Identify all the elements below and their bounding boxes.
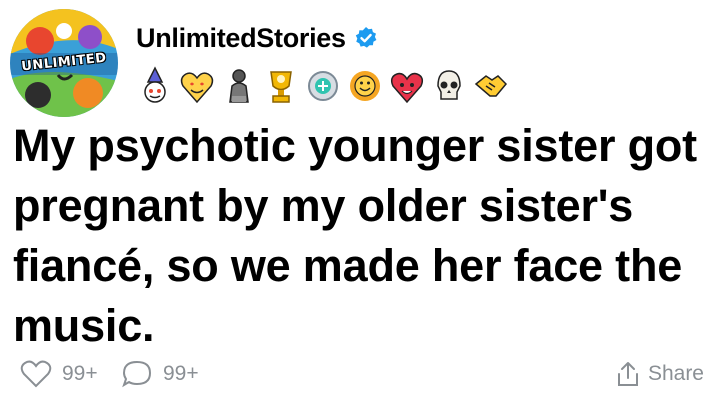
silver-medal-icon[interactable]: [304, 66, 342, 106]
avatar[interactable]: UNLIMITED: [10, 9, 118, 117]
post-title[interactable]: My psychotic younger sister got pregnant…: [13, 116, 713, 356]
thinker-statue-icon[interactable]: [220, 66, 258, 106]
comment-count: 99+: [163, 362, 199, 385]
share-button[interactable]: Share: [616, 356, 704, 392]
verified-icon: [355, 27, 377, 48]
heart-icon: [20, 360, 52, 388]
gold-trophy-snoo-icon[interactable]: [262, 66, 300, 106]
heart-eyes-icon[interactable]: [178, 66, 216, 106]
handshake-icon[interactable]: [472, 66, 510, 106]
award-badges: [136, 66, 510, 106]
username[interactable]: UnlimitedStories: [136, 23, 346, 54]
skull-icon[interactable]: [430, 66, 468, 106]
username-row: UnlimitedStories: [136, 18, 378, 58]
heart-hands-icon[interactable]: [388, 66, 426, 106]
like-button[interactable]: 99+: [20, 356, 98, 392]
comment-icon: [122, 360, 152, 388]
share-icon: [617, 362, 638, 386]
share-label: Share: [647, 362, 704, 385]
like-count: 99+: [62, 362, 98, 385]
sun-smile-icon[interactable]: [346, 66, 384, 106]
post-footer: 99+ 99+ Share: [0, 356, 720, 396]
wizard-snoo-icon[interactable]: [136, 66, 174, 106]
comment-button[interactable]: 99+: [121, 356, 199, 392]
